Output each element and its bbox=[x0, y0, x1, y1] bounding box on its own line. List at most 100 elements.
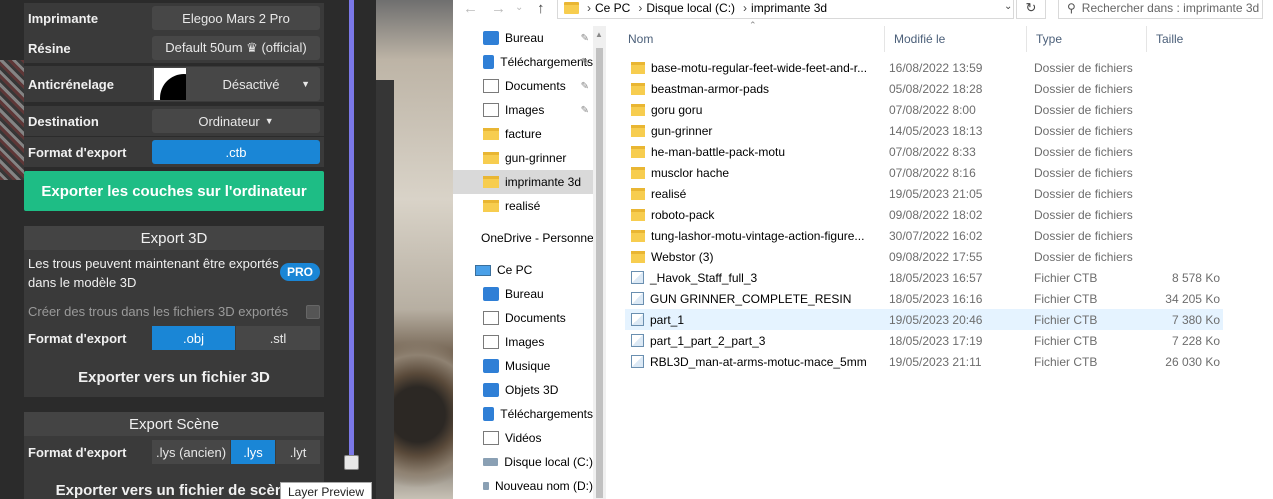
file-row[interactable]: GUN GRINNER_COMPLETE_RESIN 18/05/2023 16:… bbox=[625, 288, 1223, 309]
file-name: beastman-armor-pads bbox=[631, 78, 875, 99]
column-header-type[interactable]: Type bbox=[1027, 26, 1147, 52]
nav-item[interactable]: gun-grinner bbox=[453, 146, 593, 170]
file-row[interactable]: Webstor (3) 09/08/2022 17:55 Dossier de fi… bbox=[625, 246, 1223, 267]
file-name-text: GUN GRINNER_COMPLETE_RESIN bbox=[650, 291, 852, 306]
file-row[interactable]: RBL3D_man-at-arms-motuc-mace_5mm 19/05/20… bbox=[625, 351, 1223, 372]
nav-item[interactable]: realisé bbox=[453, 194, 593, 218]
create-holes-checkbox[interactable] bbox=[306, 305, 320, 319]
format-lys-option[interactable]: .lys bbox=[231, 440, 275, 464]
printer-select[interactable]: Elegoo Mars 2 Pro bbox=[152, 6, 320, 30]
nav-item[interactable]: Images ✎ bbox=[453, 98, 593, 122]
back-arrow-icon[interactable]: ← bbox=[463, 0, 478, 17]
export-format-ctb[interactable]: .ctb bbox=[152, 140, 320, 164]
file-row[interactable]: beastman-armor-pads 05/08/2022 18:28 Dossi… bbox=[625, 78, 1223, 99]
file-size bbox=[1145, 204, 1220, 225]
file-name-text: tung-lashor-motu-vintage-action-figure..… bbox=[651, 228, 865, 243]
breadcrumb-this-pc[interactable]: Ce PC bbox=[595, 1, 630, 15]
file-row[interactable]: part_1 19/05/2023 20:46 Fichier CTB 7 380 K… bbox=[625, 309, 1223, 330]
format-lys-legacy-option[interactable]: .lys (ancien) bbox=[152, 440, 230, 464]
navigation-scrollbar-thumb[interactable] bbox=[596, 48, 603, 498]
column-header-date[interactable]: Modifié le bbox=[885, 26, 1027, 52]
file-name-text: realisé bbox=[651, 186, 687, 201]
export-layers-button[interactable]: Exporter les couches sur l'ordinateur bbox=[24, 171, 324, 211]
file-modified-date: 05/08/2022 18:28 bbox=[889, 78, 1029, 99]
file-row[interactable]: he-man-battle-pack-motu 07/08/2022 8:33 Do… bbox=[625, 141, 1223, 162]
refresh-button[interactable]: ↻ bbox=[1016, 0, 1046, 19]
holes-info: Les trous peuvent maintenant être export… bbox=[28, 254, 279, 292]
file-row[interactable]: _Havok_Staff_full_3 18/05/2023 16:57 Fichi… bbox=[625, 267, 1223, 288]
file-type: Fichier CTB bbox=[1034, 351, 1144, 372]
file-size bbox=[1145, 78, 1220, 99]
nav-item[interactable]: Téléchargements ✎ bbox=[453, 50, 593, 74]
nav-item[interactable]: Bureau ✎ bbox=[453, 26, 593, 50]
file-name: GUN GRINNER_COMPLETE_RESIN bbox=[631, 288, 875, 309]
file-size bbox=[1145, 183, 1220, 204]
nav-item[interactable]: Documents bbox=[453, 306, 593, 330]
export-scene-button[interactable]: Exporter vers un fichier de scène bbox=[24, 470, 324, 499]
up-arrow-icon[interactable]: ↑ bbox=[537, 0, 545, 17]
nav-item-label: Bureau bbox=[505, 287, 544, 301]
file-row[interactable]: part_1_part_2_part_3 18/05/2023 17:19 Fich… bbox=[625, 330, 1223, 351]
file-modified-date: 19/05/2023 21:05 bbox=[889, 183, 1029, 204]
forward-arrow-icon[interactable]: → bbox=[491, 0, 506, 17]
nav-item[interactable]: imprimante 3d bbox=[453, 170, 593, 194]
file-row[interactable]: realisé 19/05/2023 21:05 Dossier de fichie… bbox=[625, 183, 1223, 204]
file-row[interactable]: roboto-pack 09/08/2022 18:02 Dossier de fi… bbox=[625, 204, 1223, 225]
breadcrumb-current-folder[interactable]: imprimante 3d bbox=[751, 1, 827, 15]
destination-select[interactable]: Ordinateur ▼ bbox=[152, 109, 320, 133]
file-row[interactable]: goru goru 07/08/2022 8:00 Dossier de fichi… bbox=[625, 99, 1223, 120]
file-row[interactable]: base-motu-regular-feet-wide-feet-and-r..… bbox=[625, 57, 1223, 78]
navigation-scrollbar[interactable]: ▲ bbox=[593, 26, 606, 499]
layer-slider-track[interactable] bbox=[349, 0, 354, 463]
breadcrumb-local-disk[interactable]: Disque local (C:) bbox=[646, 1, 735, 15]
file-type-text: Fichier CTB bbox=[1034, 270, 1098, 285]
format-stl-option[interactable]: .stl bbox=[236, 326, 320, 350]
file-size-text: 7 228 Ko bbox=[1171, 333, 1220, 348]
nav-item[interactable]: Bureau bbox=[453, 282, 593, 306]
format-lyt-option[interactable]: .lyt bbox=[276, 440, 320, 464]
nav-item[interactable]: Nouveau nom (D:) bbox=[453, 474, 593, 498]
file-name: base-motu-regular-feet-wide-feet-and-r..… bbox=[631, 57, 875, 78]
nav-item[interactable]: Objets 3D bbox=[453, 378, 593, 402]
file-name: realisé bbox=[631, 183, 875, 204]
file-type: Fichier CTB bbox=[1034, 330, 1144, 351]
resin-select[interactable]: Default 50um ♛ (official) bbox=[152, 36, 320, 60]
address-history-chevron-icon[interactable]: ⌄ bbox=[1004, 1, 1012, 12]
export-3d-button[interactable]: Exporter vers un fichier 3D bbox=[24, 357, 324, 397]
nav-item[interactable]: Images bbox=[453, 330, 593, 354]
format-obj-option[interactable]: .obj bbox=[152, 326, 235, 350]
folder-icon bbox=[483, 176, 499, 188]
nav-item[interactable]: Disque local (C:) bbox=[453, 450, 593, 474]
file-row[interactable]: musclor hache 07/08/2022 8:16 Dossier de f… bbox=[625, 162, 1223, 183]
file-row[interactable]: gun-grinner 14/05/2023 18:13 Dossier de fi… bbox=[625, 120, 1223, 141]
file-type-text: Dossier de fichiers bbox=[1034, 81, 1133, 96]
nav-item[interactable]: facture bbox=[453, 122, 593, 146]
file-type-text: Fichier CTB bbox=[1034, 333, 1098, 348]
folder-icon bbox=[631, 124, 645, 137]
nav-item[interactable]: Musique bbox=[453, 354, 593, 378]
nav-item[interactable]: Ce PC bbox=[453, 258, 593, 282]
column-header-name[interactable]: Nom bbox=[619, 26, 885, 52]
search-input[interactable]: ⚲ Rechercher dans : imprimante 3d bbox=[1058, 0, 1263, 19]
antialiasing-select[interactable]: Désactivé ▼ bbox=[152, 67, 320, 101]
nav-item[interactable]: OneDrive - Personnel bbox=[453, 226, 593, 250]
column-header-size[interactable]: Taille bbox=[1147, 26, 1223, 52]
file-row[interactable]: tung-lashor-motu-vintage-action-figure..… bbox=[625, 225, 1223, 246]
recent-locations-icon[interactable]: ⌄ bbox=[515, 2, 523, 13]
file-name-text: RBL3D_man-at-arms-motuc-mace_5mm bbox=[650, 354, 867, 369]
file-name-text: beastman-armor-pads bbox=[651, 81, 770, 96]
nav-item[interactable]: Documents ✎ bbox=[453, 74, 593, 98]
layer-slider-thumb[interactable] bbox=[344, 455, 359, 470]
file-modified-date: 07/08/2022 8:33 bbox=[889, 141, 1029, 162]
3d-viewport[interactable] bbox=[376, 0, 453, 499]
nav-item[interactable]: Téléchargements bbox=[453, 402, 593, 426]
pin-icon: ✎ bbox=[580, 56, 589, 68]
nav-item[interactable]: Vidéos bbox=[453, 426, 593, 450]
file-type: Dossier de fichiers bbox=[1034, 183, 1144, 204]
address-bar[interactable]: › Ce PC › Disque local (C:) › imprimante… bbox=[557, 0, 1014, 19]
refresh-icon: ↻ bbox=[1025, 0, 1037, 15]
nav-item-label: Musique bbox=[505, 359, 551, 373]
ctb-file-icon bbox=[631, 355, 644, 368]
file-size bbox=[1145, 57, 1220, 78]
scroll-up-icon[interactable]: ▲ bbox=[595, 30, 603, 39]
